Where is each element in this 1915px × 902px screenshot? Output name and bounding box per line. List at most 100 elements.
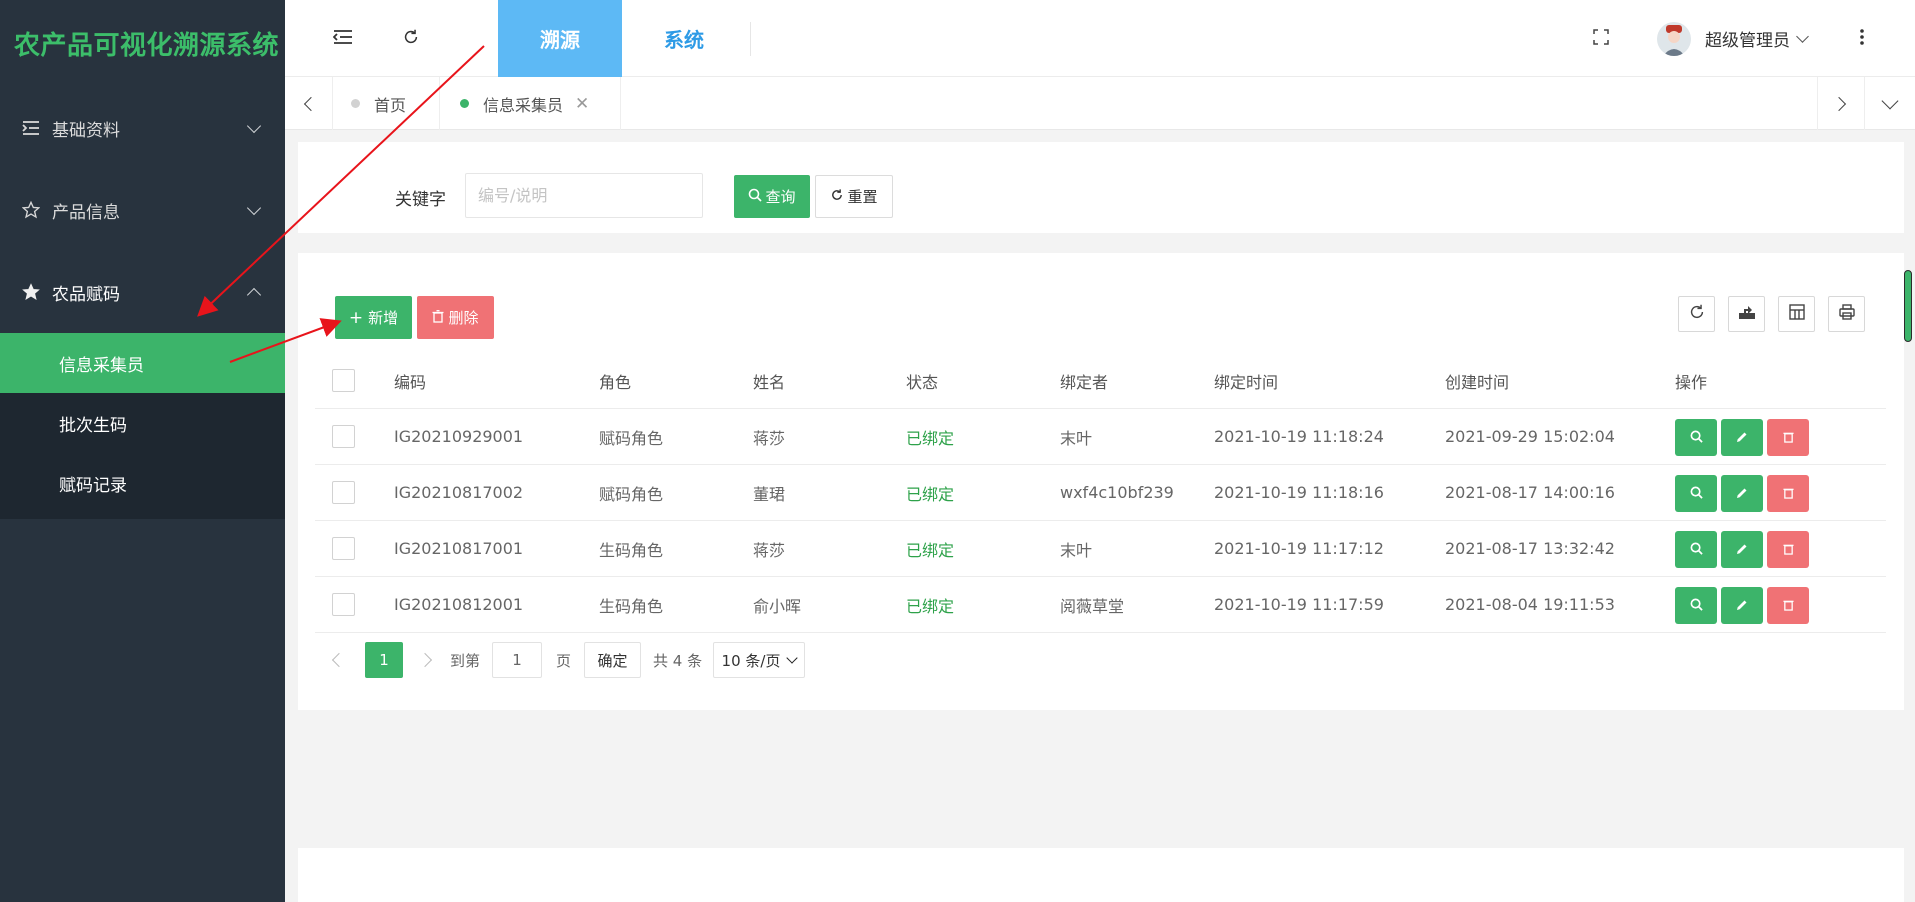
column-header: 操作 <box>1675 372 1708 392</box>
goto-confirm-button[interactable]: 确定 <box>584 642 641 678</box>
edit-button[interactable] <box>1721 475 1763 512</box>
table-print-button[interactable] <box>1828 296 1865 332</box>
user-name: 超级管理员 <box>1705 31 1790 51</box>
cell-bind-time: 2021-10-19 11:17:12 <box>1214 539 1384 558</box>
close-icon[interactable]: ✕ <box>575 94 589 114</box>
row-delete-button[interactable] <box>1767 531 1809 568</box>
column-header: 绑定时间 <box>1214 372 1279 392</box>
top-tab-trace[interactable]: 溯源 <box>498 0 622 77</box>
row-delete-button[interactable] <box>1767 587 1809 624</box>
cell-role: 生码角色 <box>599 596 664 616</box>
collapse-menu-button[interactable] <box>325 0 361 77</box>
sidebar-item-batch-code[interactable]: 批次生码 <box>0 393 285 453</box>
view-button[interactable] <box>1675 475 1717 512</box>
search-panel: 关键字 查询 重置 <box>298 142 1904 233</box>
cell-code: IG20210812001 <box>394 595 524 614</box>
row-delete-button[interactable] <box>1767 475 1809 512</box>
select-all-checkbox-cell[interactable] <box>332 353 355 408</box>
header-divider <box>750 22 751 56</box>
table-export-button[interactable] <box>1728 296 1765 332</box>
edit-button[interactable] <box>1721 419 1763 456</box>
next-page-button[interactable] <box>417 642 433 678</box>
tab-home[interactable]: 首页 <box>333 77 440 130</box>
trash-icon <box>1782 540 1794 559</box>
bottom-area <box>298 848 1904 902</box>
cell-name: 董珺 <box>753 484 786 504</box>
total-count: 共 4 条 <box>653 651 703 670</box>
pencil-icon <box>1736 596 1748 615</box>
keyword-label: 关键字 <box>395 190 446 210</box>
chevron-left-icon <box>303 96 318 111</box>
top-header: 溯源 系统 超级管理员 <box>285 0 1915 77</box>
trash-icon <box>1782 484 1794 503</box>
delete-button[interactable]: 删除 <box>417 296 494 339</box>
cell-create-time: 2021-08-04 19:11:53 <box>1445 595 1615 614</box>
cell-name: 蒋莎 <box>753 540 786 560</box>
goto-page-input[interactable]: 1 <box>492 642 542 678</box>
sidebar-menu-product-info[interactable]: 产品信息 <box>0 169 285 251</box>
chevron-down-icon <box>246 118 262 134</box>
column-header: 角色 <box>599 372 632 392</box>
column-header: 创建时间 <box>1445 372 1510 392</box>
status-badge: 已绑定 <box>906 428 955 448</box>
row-checkbox[interactable] <box>332 537 355 560</box>
page-size-select[interactable]: 10 条/页 <box>713 642 805 678</box>
sidebar-menu-product-coding[interactable]: 农品赋码 <box>0 251 285 333</box>
more-menu-button[interactable] <box>1847 0 1877 77</box>
pencil-icon <box>1736 428 1748 447</box>
refresh-icon <box>1688 303 1706 325</box>
page-tabs-bar: 首页 信息采集员 ✕ <box>285 77 1915 130</box>
user-menu[interactable]: 超级管理员 <box>1657 0 1827 77</box>
tab-status-dot <box>460 99 469 108</box>
view-button[interactable] <box>1675 587 1717 624</box>
row-delete-button[interactable] <box>1767 419 1809 456</box>
view-button[interactable] <box>1675 419 1717 456</box>
table-row: IG20210817002 赋码角色 董珺 已绑定 wxf4c10bf239 2… <box>315 465 1886 521</box>
page-scrollbar-thumb[interactable] <box>1904 270 1912 342</box>
delete-button-label: 删除 <box>448 309 479 327</box>
table-row: IG20210817001 生码角色 蒋莎 已绑定 末叶 2021-10-19 … <box>315 521 1886 577</box>
page-number-current[interactable]: 1 <box>365 642 403 678</box>
query-button[interactable]: 查询 <box>734 175 810 218</box>
tab-label: 信息采集员 <box>483 95 564 115</box>
row-checkbox[interactable] <box>332 593 355 616</box>
pencil-icon <box>1736 540 1748 559</box>
sidebar-menu-basic-data[interactable]: 基础资料 <box>0 87 285 169</box>
sidebar-menu-label: 基础资料 <box>52 120 120 141</box>
table-row: IG20210812001 生码角色 俞小晖 已绑定 阅薇草堂 2021-10-… <box>315 577 1886 633</box>
pagination: 1 到第 1 页 确定 共 4 条 10 条/页 <box>328 642 928 678</box>
view-button[interactable] <box>1675 531 1717 568</box>
reset-icon <box>830 188 844 206</box>
edit-button[interactable] <box>1721 587 1763 624</box>
sidebar-item-code-records[interactable]: 赋码记录 <box>0 453 285 513</box>
fullscreen-icon <box>1593 28 1609 49</box>
refresh-page-button[interactable] <box>393 0 429 77</box>
row-checkbox[interactable] <box>332 425 355 448</box>
list-indent-icon <box>22 119 40 137</box>
tabs-scroll-left-button[interactable] <box>285 77 333 130</box>
top-tab-system[interactable]: 系统 <box>622 0 746 77</box>
reset-button[interactable]: 重置 <box>815 175 893 218</box>
export-icon <box>1738 304 1756 324</box>
tabs-dropdown-button[interactable] <box>1865 77 1915 130</box>
select-all-checkbox[interactable] <box>332 369 355 392</box>
cell-code: IG20210817001 <box>394 539 524 558</box>
cell-create-time: 2021-08-17 13:32:42 <box>1445 539 1615 558</box>
row-checkbox[interactable] <box>332 481 355 504</box>
edit-button[interactable] <box>1721 531 1763 568</box>
chevron-right-icon <box>417 652 433 668</box>
sidebar-item-info-collector[interactable]: 信息采集员 <box>0 333 285 393</box>
fullscreen-button[interactable] <box>1583 0 1619 77</box>
table-refresh-button[interactable] <box>1678 296 1715 332</box>
tab-info-collector[interactable]: 信息采集员 ✕ <box>440 77 621 130</box>
table-columns-button[interactable] <box>1778 296 1815 332</box>
table-panel: + 新增 删除 编码 角色 姓名 状态 绑定者 绑定时间 创建时间 操作 IG2… <box>298 253 1904 710</box>
prev-page-button[interactable] <box>328 642 347 678</box>
cell-bind-time: 2021-10-19 11:17:59 <box>1214 595 1384 614</box>
status-badge: 已绑定 <box>906 540 955 560</box>
table-row: IG20210929001 赋码角色 蒋莎 已绑定 末叶 2021-10-19 … <box>315 409 1886 465</box>
add-button[interactable]: + 新增 <box>335 296 412 339</box>
tabs-scroll-right-button[interactable] <box>1817 77 1865 130</box>
keyword-input[interactable] <box>465 173 703 218</box>
sidebar-submenu: 信息采集员 批次生码 赋码记录 <box>0 333 285 519</box>
